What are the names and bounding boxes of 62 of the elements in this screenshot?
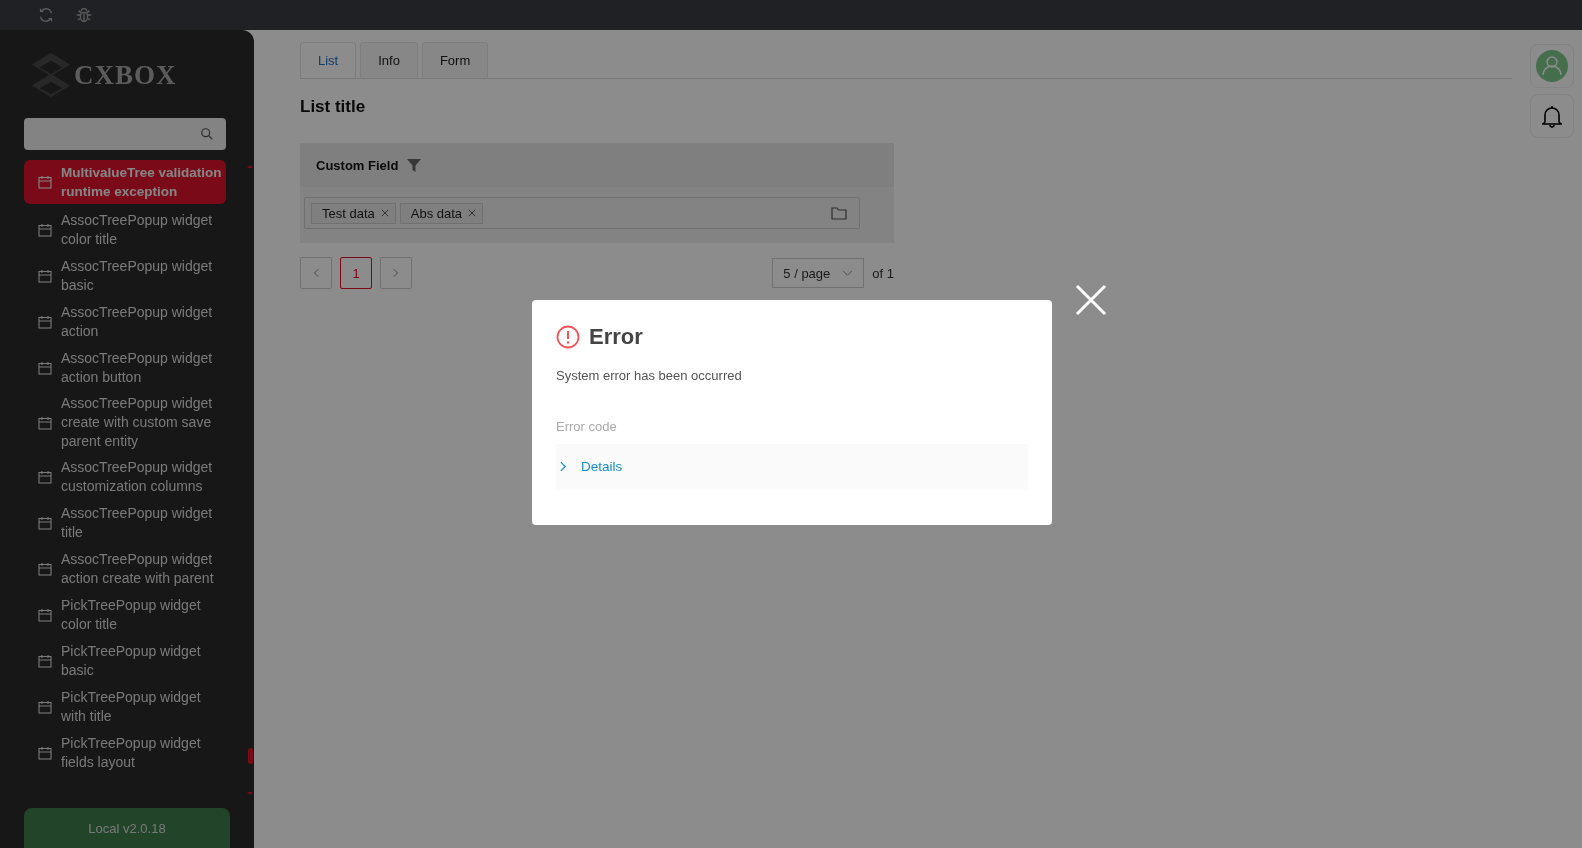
menu-item[interactable]: AssocTreePopup widget customization columns [24,454,226,500]
menu-item[interactable]: AssocTreePopup widget action [24,299,226,345]
tab[interactable]: Info [360,42,418,78]
calendar-icon [38,269,52,283]
menu-item[interactable]: AssocTreePopup widget action button [24,345,226,391]
folder-icon[interactable] [831,206,847,220]
avatar-icon [1536,50,1568,82]
calendar-icon [38,516,52,530]
tag: Test data [311,202,396,224]
calendar-icon [38,562,52,576]
error-code-label: Error code [556,419,618,434]
calendar-icon [38,654,52,668]
page-size-select[interactable]: 5 / page [772,258,865,288]
details-toggle[interactable]: Details [556,444,1028,489]
chevron-left-icon [313,268,319,278]
chevron-right-icon [393,268,399,278]
bell-icon [1542,104,1562,128]
page-total: of 1 [872,265,894,281]
filter-icon[interactable] [406,157,423,173]
tags-field[interactable]: Test data Abs data [304,197,860,229]
menu-item[interactable]: AssocTreePopup widget title [24,500,226,546]
chevron-down-icon [842,269,854,277]
column-title: Custom Field [316,157,399,173]
calendar-icon [38,746,52,760]
close-icon[interactable] [380,209,389,217]
calendar-icon [38,223,52,237]
chevron-right-icon [560,461,567,472]
menu-item[interactable]: AssocTreePopup widget create with custom save parent entity [24,391,226,454]
calendar-icon [38,415,52,430]
menu-item[interactable]: AssocTreePopup widget color title [24,207,226,253]
dialog-title: Error [589,324,643,350]
logo-text: CXBOX [74,59,177,91]
close-icon[interactable] [468,209,477,217]
error-icon [556,325,580,349]
menu-item[interactable]: PickTreePopup widget fields layout [24,730,226,776]
menu-item[interactable]: MultivalueTree validation runtime exception [24,160,226,204]
page-button[interactable]: 1 [340,257,372,289]
menu-item[interactable]: AssocTreePopup widget action create with parent [24,546,226,592]
menu-item[interactable]: PickTreePopup widget basic [24,638,226,684]
next-page-button[interactable] [380,257,412,289]
tab[interactable]: List [300,42,357,78]
previous-page-button[interactable] [300,257,332,289]
calendar-icon [38,315,52,329]
notifications-button[interactable] [1530,94,1574,138]
search-icon [200,127,214,141]
profile-button[interactable] [1530,44,1574,88]
bug-icon[interactable] [75,6,93,24]
list-title: List title [300,97,366,117]
refresh-icon[interactable] [37,6,55,24]
menu-item[interactable]: PickTreePopup widget with title [24,684,226,730]
search-field[interactable] [24,118,226,150]
tag: Abs data [399,202,484,224]
menu-item[interactable]: PickTreePopup widget color title [24,592,226,638]
menu-item[interactable]: AssocTreePopup widget basic [24,253,226,299]
calendar-icon [38,175,52,189]
calendar-icon [38,700,52,714]
tab[interactable]: Form [421,42,489,78]
calendar-icon [38,470,52,484]
calendar-icon [38,361,52,375]
version-badge: Local v2.0.18 [24,808,230,848]
calendar-icon [38,608,52,622]
error-message: System error has been occurred [556,368,743,383]
